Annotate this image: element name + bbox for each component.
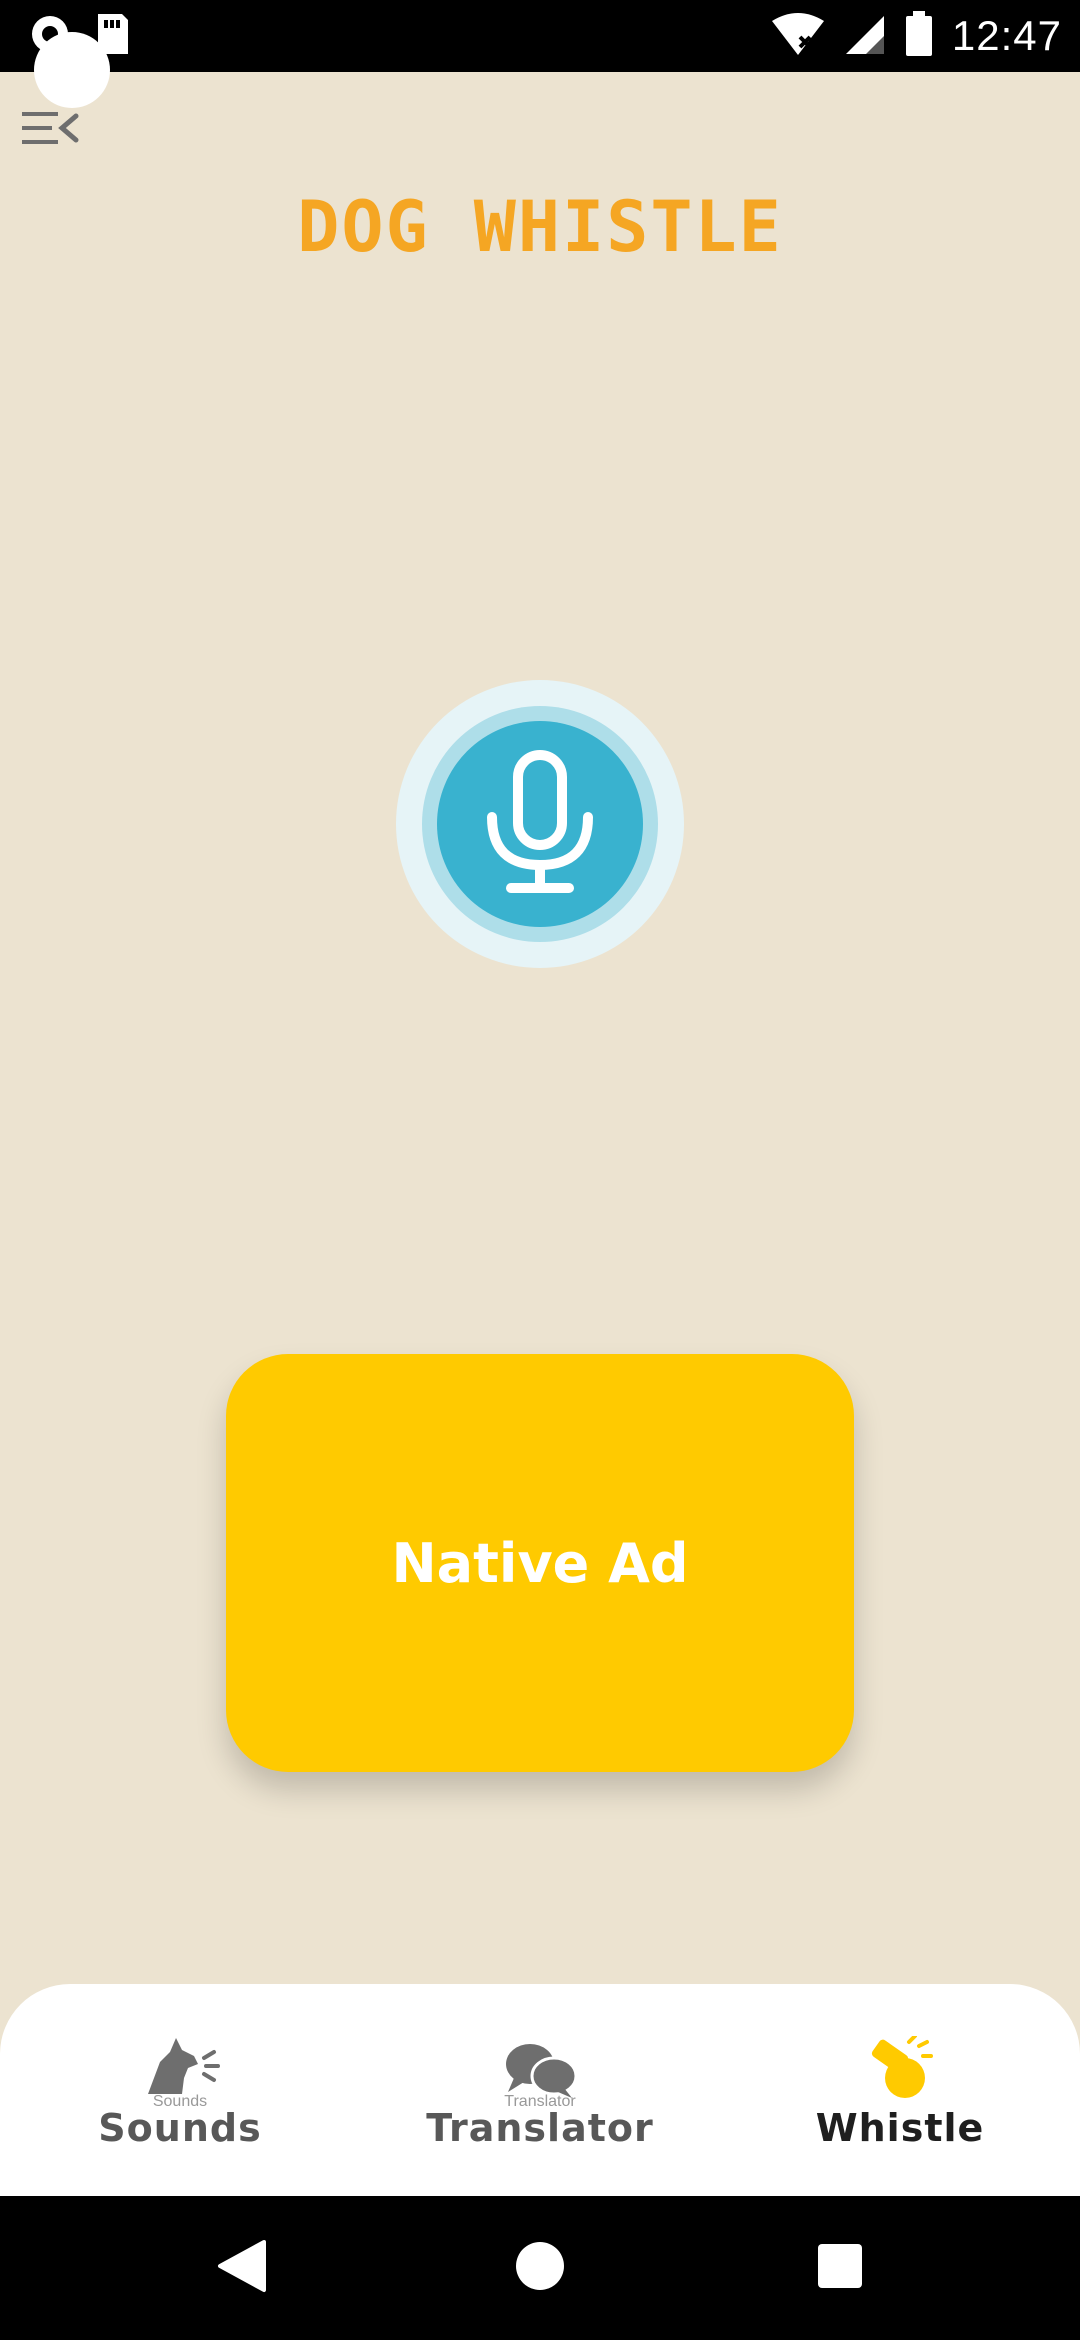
back-icon (214, 2236, 270, 2301)
nav-label-sounds: Sounds (98, 2106, 262, 2150)
overlay-circle (34, 32, 110, 108)
recents-icon (814, 2240, 866, 2297)
system-nav-bar (0, 2196, 1080, 2340)
page-title: DOG WHISTLE (297, 186, 783, 268)
native-ad-label: Native Ad (391, 1531, 689, 1595)
nav-label-whistle: Whistle (815, 2106, 985, 2150)
nav-item-translator[interactable]: Translator Translator (360, 1984, 720, 2196)
screen-root: 12:47 DOG WHISTLE Native Ad Sounds Sound… (0, 0, 1080, 2340)
home-icon (512, 2238, 568, 2299)
bottom-nav: Sounds Sounds Translator Translator Whis… (0, 1984, 1080, 2196)
chat-bubbles-icon (500, 2038, 580, 2100)
wifi-off-icon (770, 11, 826, 62)
back-button[interactable] (194, 2228, 290, 2308)
dog-barking-icon (138, 2038, 222, 2100)
nav-label-translator: Translator (426, 2106, 654, 2150)
mic-button[interactable] (396, 680, 684, 968)
status-right: 12:47 (770, 8, 1062, 64)
menu-button[interactable] (20, 106, 80, 154)
battery-icon (904, 10, 934, 62)
menu-collapse-icon (20, 106, 80, 155)
nav-item-sounds[interactable]: Sounds Sounds (0, 1984, 360, 2196)
microphone-icon (480, 747, 600, 902)
mic-core (437, 721, 643, 927)
mic-ring (422, 706, 658, 942)
signal-icon (844, 12, 886, 61)
native-ad-card[interactable]: Native Ad (226, 1354, 854, 1772)
status-bar: 12:47 (0, 0, 1080, 108)
clock: 12:47 (951, 12, 1062, 59)
nav-item-whistle[interactable]: Whistle (720, 1984, 1080, 2196)
recents-button[interactable] (792, 2228, 888, 2308)
home-button[interactable] (492, 2228, 588, 2308)
whistle-icon (865, 2036, 935, 2100)
